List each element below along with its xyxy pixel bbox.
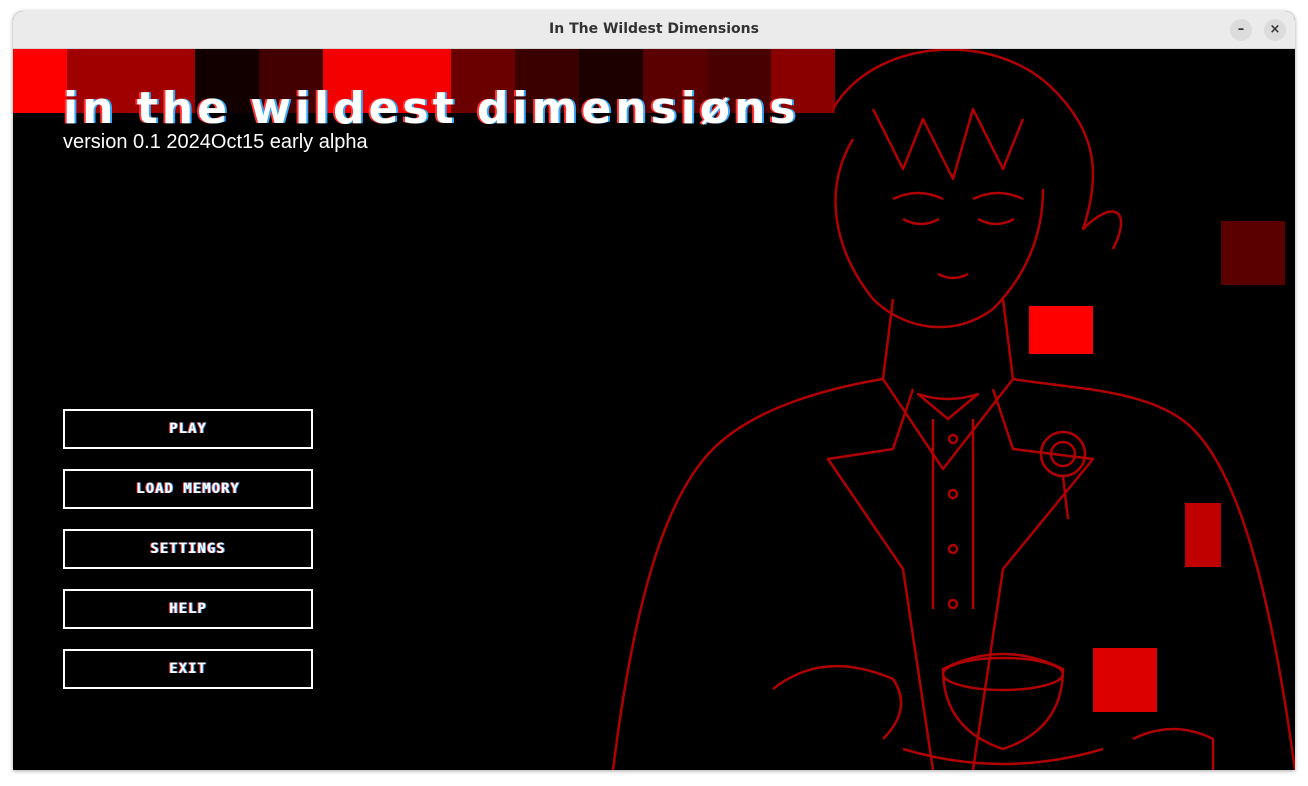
help-button[interactable]: HELP: [63, 589, 313, 629]
exit-button[interactable]: EXIT: [63, 649, 313, 689]
app-window: In The Wildest Dimensions – × in the wil…: [13, 11, 1295, 770]
version-label: version 0.1 2024Oct15 early alpha: [63, 131, 368, 153]
settings-button[interactable]: SETTINGS: [63, 529, 313, 569]
minimize-icon[interactable]: –: [1230, 19, 1252, 41]
window-title: In The Wildest Dimensions: [549, 21, 759, 37]
character-illustration: [611, 49, 1295, 770]
close-icon[interactable]: ×: [1264, 19, 1286, 41]
decor-block: [13, 49, 67, 113]
title-bar: In The Wildest Dimensions – ×: [13, 11, 1295, 49]
play-button[interactable]: PLAY: [63, 409, 313, 449]
load-memory-button[interactable]: LOAD MEMORY: [63, 469, 313, 509]
game-logo: IN THE WILDEST DIMENSIØNS: [63, 83, 800, 134]
game-canvas: IN THE WILDEST DIMENSIØNS version 0.1 20…: [13, 49, 1295, 770]
